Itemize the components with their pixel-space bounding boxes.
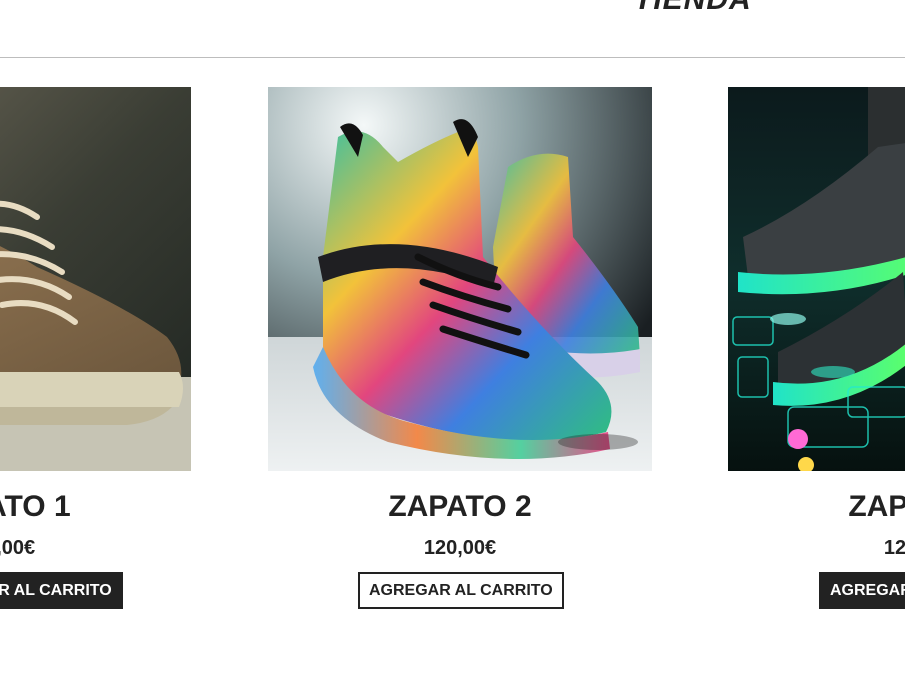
add-to-cart-button-3[interactable]: AGREGAR AL CARRITO [819, 572, 905, 609]
add-to-cart-button-2[interactable]: AGREGAR AL CARRITO [358, 572, 564, 609]
colorful-sneakers-image [268, 87, 652, 471]
product-name-3: ZAPATO 3 [848, 490, 905, 523]
product-price-2: 120,00€ [423, 537, 497, 559]
brown-sneaker-image [0, 87, 191, 471]
product-price-3: 120,00€ [883, 537, 905, 559]
product-card-3: ZAPATO 3 120,00€ AGREGAR AL CARRITO [728, 87, 905, 609]
product-name-1: ZAPATO 1 [0, 490, 71, 523]
product-card-2: ZAPATO 2 120,00€ AGREGAR AL CARRITO [268, 87, 652, 609]
product-image-1[interactable] [0, 87, 191, 471]
product-image-3[interactable] [728, 87, 905, 471]
neon-sneakers-image [728, 87, 905, 471]
product-name-2: ZAPATO 2 [388, 490, 532, 523]
add-to-cart-button-1[interactable]: AGREGAR AL CARRITO [0, 572, 123, 609]
product-image-2[interactable] [268, 87, 652, 471]
product-card-1: ZAPATO 1 120,00€ AGREGAR AL CARRITO [0, 87, 191, 609]
product-carousel: ZAPATO 1 120,00€ AGREGAR AL CARRITO [0, 0, 905, 686]
product-price-1: 120,00€ [0, 537, 36, 559]
